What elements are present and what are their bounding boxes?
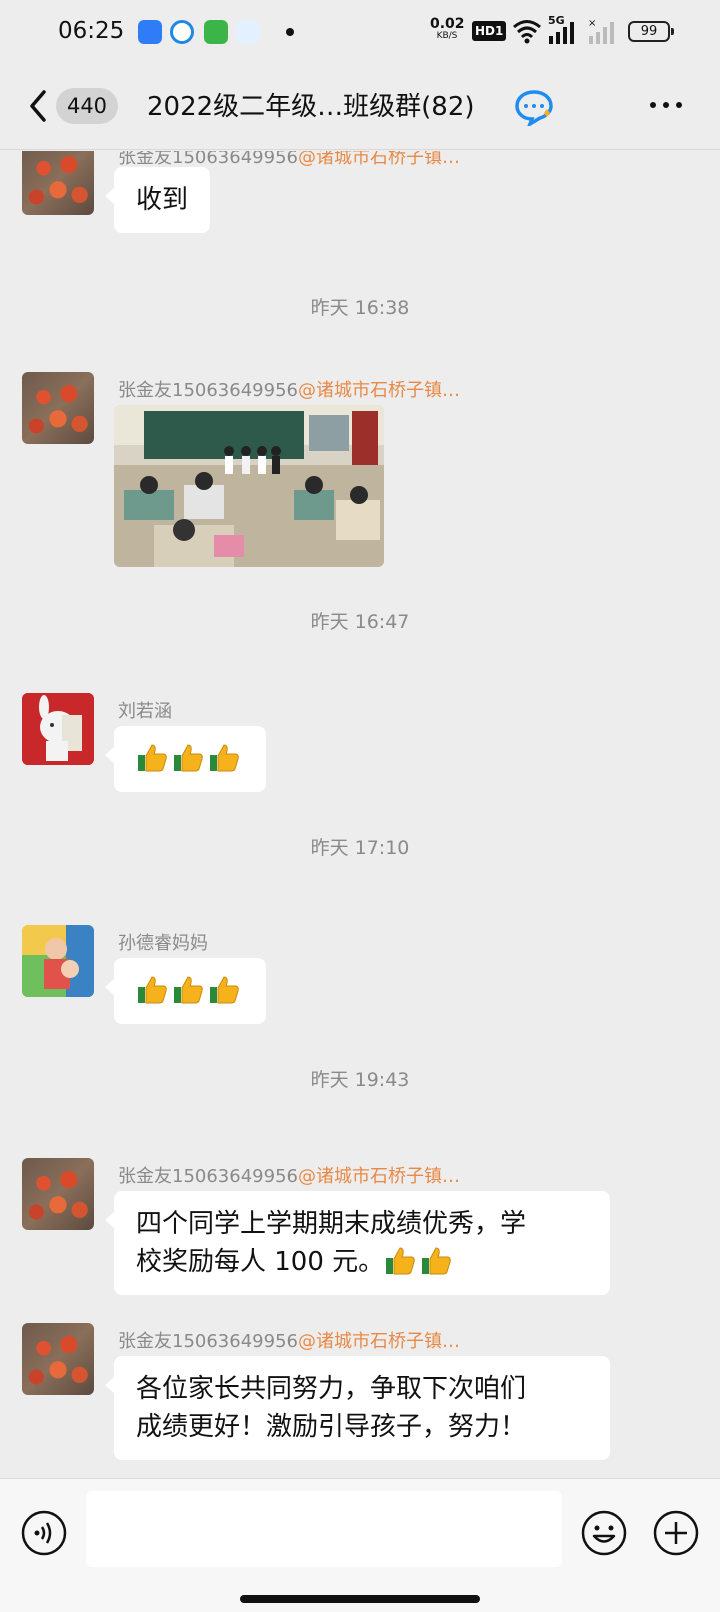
hd-icon: HD1 xyxy=(472,21,507,41)
chat-header: 440 2022级二年级…班级群(82) xyxy=(0,62,720,150)
message-item: 张金友15063649956@诸城市石桥子镇… 收到 xyxy=(0,151,720,243)
message-item: 孙德睿妈妈 xyxy=(0,925,720,1035)
home-indicator[interactable] xyxy=(240,1595,480,1603)
signal-2-icon: × xyxy=(588,18,614,44)
emoji-icon[interactable] xyxy=(580,1509,628,1557)
flower-avatar[interactable] xyxy=(22,1158,94,1230)
thumbs-up-icon xyxy=(386,1247,415,1275)
thumbs-up-icon xyxy=(174,976,203,1004)
timestamp: 昨天 17:10 xyxy=(310,837,410,859)
bunny-avatar[interactable] xyxy=(22,693,94,765)
sender-name: 张金友15063649956@诸城市石桥子镇… xyxy=(118,1166,460,1187)
network-speed: 0.02 KB/S xyxy=(430,16,465,41)
sender-name: 张金友15063649956@诸城市石桥子镇… xyxy=(118,1331,460,1352)
thumbs-up-icon xyxy=(210,744,239,772)
message-item: 张金友15063649956@诸城市石桥子镇… 各位家长共同努力，争取下次咱们 … xyxy=(0,1323,720,1473)
thumbs-up-icon xyxy=(422,1247,451,1275)
browser-notification-icon xyxy=(170,20,194,44)
message-text-line: 校奖励每人 100 元。 xyxy=(136,1243,588,1281)
chat-title: 2022级二年级…班级群(82) xyxy=(147,92,475,122)
message-bubble[interactable]: 各位家长共同努力，争取下次咱们 成绩更好！激励引导孩子，努力！ xyxy=(105,1356,610,1460)
unread-count-badge[interactable]: 440 xyxy=(56,88,118,124)
plus-icon[interactable] xyxy=(652,1509,700,1557)
status-time: 06:25 xyxy=(58,18,125,44)
wifi-icon xyxy=(513,20,541,44)
chat-messages[interactable]: 张金友15063649956@诸城市石桥子镇… 收到 昨天 16:38 张金友1… xyxy=(0,151,720,1478)
message-text-line: 各位家长共同努力，争取下次咱们 xyxy=(136,1374,527,1404)
svg-text:×: × xyxy=(588,18,596,29)
flower-avatar[interactable] xyxy=(22,1323,94,1395)
thumbs-up-icon xyxy=(138,744,167,772)
flower-avatar[interactable] xyxy=(22,372,94,444)
input-bar xyxy=(0,1478,720,1612)
group-chat-bubble-icon[interactable] xyxy=(514,88,554,126)
message-item: 张金友15063649956@诸城市石桥子镇… 四个同学上学期期末成绩优秀，学 … xyxy=(0,1158,720,1308)
message-bubble[interactable] xyxy=(105,958,266,1024)
timestamp: 昨天 19:43 xyxy=(310,1069,410,1091)
timestamp: 昨天 16:47 xyxy=(310,611,410,633)
signal-icon xyxy=(549,22,574,44)
flower-avatar[interactable] xyxy=(22,151,94,215)
message-text-line: 成绩更好！激励引导孩子，努力！ xyxy=(136,1412,527,1442)
timestamp: 昨天 16:38 xyxy=(310,297,410,319)
sender-name: 孙德睿妈妈 xyxy=(118,933,208,954)
calculator-notification-icon xyxy=(204,20,228,44)
search-notification-icon xyxy=(236,20,260,44)
message-bubble[interactable]: 收到 xyxy=(104,167,211,233)
battery-icon: 99 xyxy=(628,21,674,42)
message-item: 刘若涵 xyxy=(0,693,720,803)
message-bubble[interactable]: 四个同学上学期期末成绩优秀，学 校奖励每人 100 元。 xyxy=(105,1191,610,1295)
child-avatar[interactable] xyxy=(22,925,94,997)
message-input[interactable] xyxy=(86,1491,562,1567)
message-bubble[interactable] xyxy=(105,726,266,792)
sender-name: 张金友15063649956@诸城市石桥子镇… xyxy=(118,380,460,401)
thumbs-up-icon xyxy=(210,976,239,1004)
back-icon[interactable] xyxy=(24,88,54,124)
message-item: 张金友15063649956@诸城市石桥子镇… xyxy=(0,372,720,572)
status-bar: 06:25 0.02 KB/S HD1 5G × 99 xyxy=(0,0,720,62)
more-notifications-dot xyxy=(286,28,294,36)
voice-icon[interactable] xyxy=(20,1509,68,1557)
thumbs-up-icon xyxy=(174,744,203,772)
more-options-button[interactable] xyxy=(650,102,684,110)
classroom-photo[interactable] xyxy=(114,405,384,567)
message-text-line: 四个同学上学期期末成绩优秀，学 xyxy=(136,1209,527,1239)
sender-name: 刘若涵 xyxy=(118,701,172,722)
thumbs-up-icon xyxy=(138,976,167,1004)
app-notification-icon xyxy=(138,20,162,44)
